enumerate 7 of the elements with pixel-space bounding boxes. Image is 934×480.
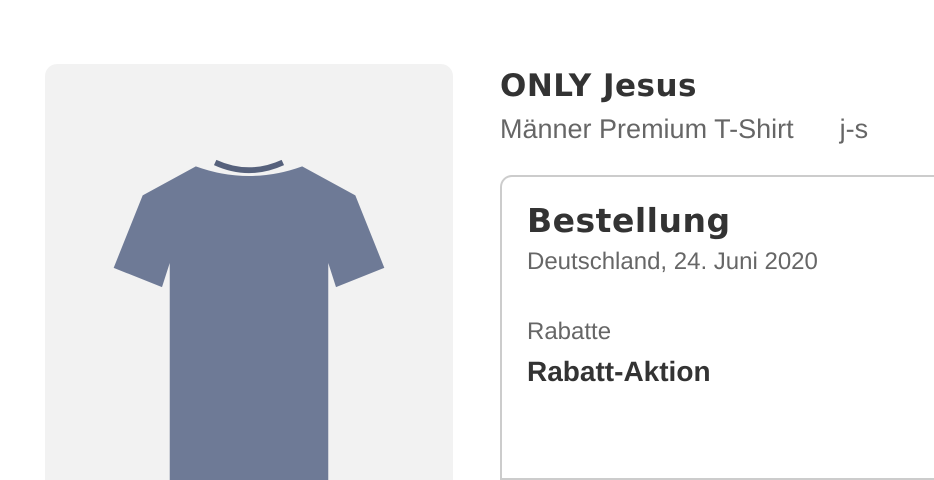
order-date: Deutschland, 24. Juni 2020 [527, 248, 819, 276]
discount-value: Rabatt-Aktion [527, 356, 712, 388]
seller-name: j-s [840, 114, 868, 145]
product-type: Männer Premium T-Shirt [500, 114, 794, 145]
product-title: ONLY Jesus [500, 68, 698, 104]
order-heading: Bestellung [527, 201, 732, 240]
discount-label: Rabatte [527, 318, 612, 346]
